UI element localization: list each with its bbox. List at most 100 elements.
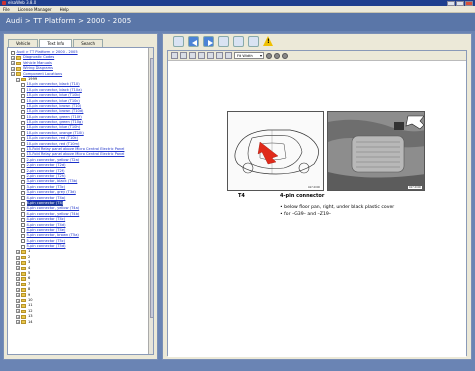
document-icon	[21, 228, 25, 233]
document-icon	[21, 147, 25, 152]
expand-icon[interactable]: +	[16, 287, 20, 292]
expand-icon[interactable]: +	[16, 309, 20, 314]
folder-icon	[21, 304, 26, 308]
folder-icon	[16, 61, 21, 66]
car-location-figure: A97-0000	[227, 111, 324, 191]
hand-tool-icon[interactable]	[189, 52, 196, 59]
folder-icon	[21, 77, 26, 82]
page-icon[interactable]	[207, 52, 214, 59]
document-page: A97-0000 A97-0000 T4 4-pin connector • b…	[168, 62, 466, 357]
folder-icon	[21, 282, 26, 287]
expand-icon[interactable]: +	[11, 61, 15, 66]
folder-icon	[16, 56, 21, 60]
expand-icon[interactable]: +	[16, 260, 20, 265]
document-icon	[21, 136, 25, 142]
location-notes: • below floor pan, right, under black pl…	[280, 204, 394, 218]
expand-icon[interactable]: +	[16, 320, 20, 325]
tree-item-label[interactable]: 5-pin connector (T5d)	[27, 244, 66, 249]
fit-width-icon[interactable]	[225, 52, 232, 59]
document-icon	[21, 88, 25, 93]
expand-icon[interactable]: +	[16, 277, 20, 282]
document-icon	[21, 196, 25, 201]
folder-icon	[21, 288, 26, 292]
document-viewer: Fit Width A97-0000	[167, 50, 467, 357]
fit-page-icon[interactable]	[216, 52, 223, 59]
expand-icon[interactable]: +	[16, 250, 20, 255]
tree-view: Audi > TT Platform > 2000 - 2005 + Diagnos…	[7, 47, 154, 355]
note-item: • below floor pan, right, under black pl…	[280, 205, 395, 210]
expand-icon[interactable]: +	[16, 293, 20, 298]
document-icon	[21, 239, 25, 244]
folder-icon	[21, 293, 26, 298]
next-page-icon[interactable]	[282, 52, 288, 59]
document-icon	[21, 158, 25, 163]
document-icon	[21, 217, 25, 222]
expand-icon[interactable]: +	[16, 314, 20, 319]
window-title: elsaWeb 3.8.0	[8, 0, 37, 5]
document-icon	[21, 212, 25, 217]
warning-icon[interactable]: !	[263, 36, 274, 47]
connector-photo-figure: A97-0000	[327, 111, 425, 191]
menu-help[interactable]: Help	[60, 6, 69, 12]
document-icon	[21, 223, 25, 228]
connector-code: T4	[238, 193, 245, 199]
expand-icon[interactable]: +	[16, 271, 20, 276]
folder-icon	[21, 315, 26, 319]
note-item: • for –G39– and –Z19–	[280, 212, 332, 217]
binoculars-icon[interactable]	[180, 52, 187, 59]
maximize-button[interactable]	[456, 0, 464, 6]
collapse-icon[interactable]: −	[11, 72, 15, 77]
expand-icon[interactable]: +	[16, 282, 20, 287]
expand-icon[interactable]: +	[16, 304, 20, 309]
minimize-button[interactable]	[447, 0, 455, 6]
print-icon[interactable]	[248, 36, 259, 47]
zoom-select[interactable]: Fit Width	[234, 52, 264, 59]
document-icon	[11, 50, 15, 55]
tab-text-info[interactable]: Text Info	[39, 39, 73, 47]
folder-icon	[21, 320, 26, 325]
tree-scrollbar[interactable]	[148, 48, 153, 354]
close-button[interactable]	[465, 0, 473, 6]
expand-icon[interactable]: +	[11, 66, 15, 71]
document-icon	[21, 131, 25, 136]
collapse-icon[interactable]: −	[16, 77, 20, 82]
document-icon	[21, 244, 25, 249]
back-arrow-icon[interactable]	[188, 36, 199, 47]
document-icon	[21, 142, 25, 147]
expand-icon[interactable]: +	[16, 266, 20, 271]
tree-item[interactable]: +14	[11, 320, 147, 325]
document-icon	[21, 82, 25, 88]
app-icon	[2, 1, 6, 5]
expand-icon[interactable]: +	[16, 298, 20, 303]
document-icon	[21, 99, 25, 104]
menu-license-manager[interactable]: License Manager	[18, 6, 52, 12]
zoom-out-icon[interactable]	[266, 52, 272, 59]
folder-icon	[21, 266, 26, 271]
car-outline-illustration	[234, 129, 319, 175]
expand-icon[interactable]: +	[11, 56, 15, 61]
tab-vehicle[interactable]: Vehicle	[8, 39, 39, 47]
document-icon	[21, 109, 25, 115]
forward-arrow-icon[interactable]	[203, 36, 214, 47]
refresh-icon[interactable]	[218, 36, 229, 47]
document-icon	[21, 120, 25, 125]
document-icon	[21, 104, 25, 109]
folder-icon	[21, 250, 26, 254]
document-icon[interactable]	[233, 36, 244, 47]
document-icon	[21, 185, 25, 190]
header-banner: Audi > TT Platform > 2000 - 2005	[0, 13, 475, 31]
expand-icon[interactable]: +	[16, 255, 20, 260]
connector-title: 4-pin connector	[280, 193, 325, 199]
zoom-icon[interactable]	[198, 52, 205, 59]
menu-bar: File License Manager Help	[0, 6, 475, 13]
home-icon[interactable]	[173, 36, 184, 47]
document-icon	[21, 126, 25, 131]
figure-code-1: A97-0000	[306, 186, 321, 189]
tab-search[interactable]: Search	[73, 39, 103, 47]
prev-page-icon[interactable]	[274, 52, 280, 59]
print-doc-icon[interactable]	[171, 52, 178, 59]
scrollbar-thumb[interactable]	[149, 58, 153, 318]
document-icon	[21, 93, 25, 98]
menu-file[interactable]: File	[3, 6, 10, 12]
nav-tabs: Vehicle Text Info Search	[8, 39, 104, 47]
